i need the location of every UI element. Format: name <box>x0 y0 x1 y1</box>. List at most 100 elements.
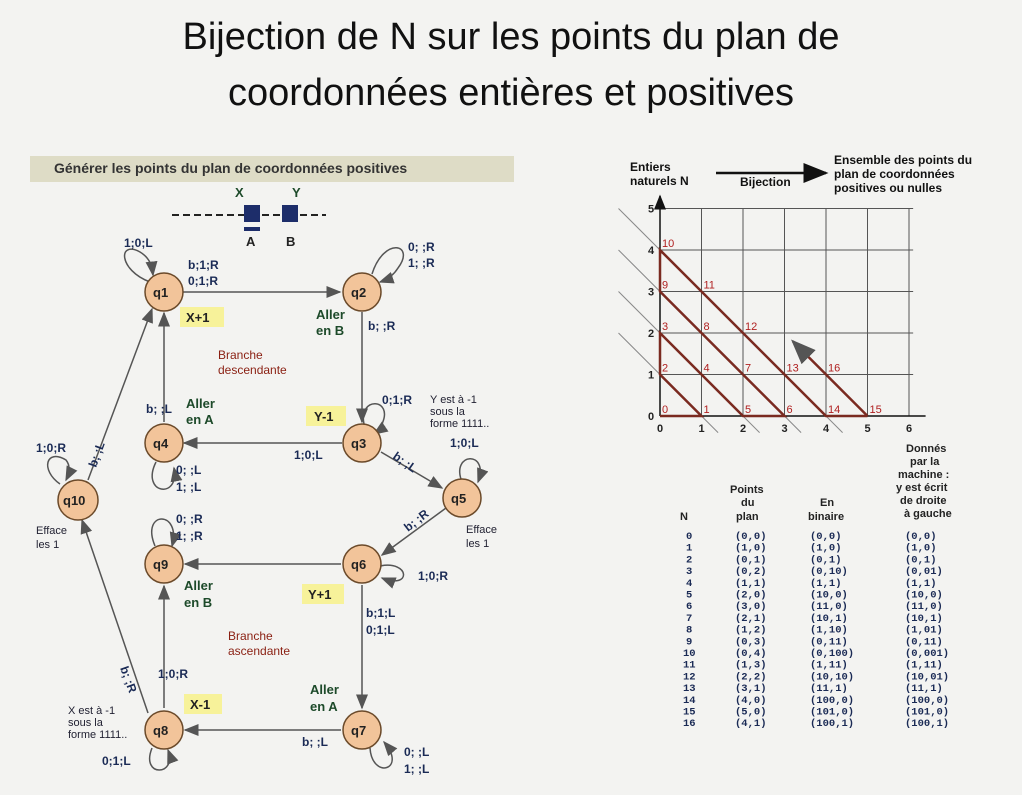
label-x-minus: X-1 <box>190 697 210 712</box>
label-y-minus: Y-1 <box>314 409 334 424</box>
table-cell: (0,01) <box>905 566 943 578</box>
header-right-2: plan de coordonnées <box>834 167 955 181</box>
header-right-3: positives ou nulles <box>834 181 942 195</box>
th-bin-2: binaire <box>808 511 844 523</box>
efface-q10-2: les 1 <box>36 539 59 551</box>
aller-a2-1: Aller <box>310 682 339 697</box>
label-q4-q1: b; ;L <box>146 402 172 416</box>
label-q10-q1: b; ;L <box>86 440 108 469</box>
x-tick: 3 <box>782 423 788 435</box>
efface-q5-1: Efface <box>466 524 497 536</box>
table-cell: (3,1) <box>735 683 767 695</box>
point-label: 14 <box>828 404 840 416</box>
label-q2-loop-a: 0; ;R <box>408 240 435 254</box>
table-cell: (10,1) <box>810 613 848 625</box>
loop-q9 <box>151 518 182 548</box>
table-cell: (0,100) <box>810 648 854 660</box>
x-note-1: X est à -1 <box>68 705 115 717</box>
point-label: 8 <box>704 321 710 333</box>
point-label: 10 <box>662 238 674 250</box>
tape-x-label: X <box>235 185 244 200</box>
table-cell: (11,1) <box>810 683 848 695</box>
table-cell: (101,0) <box>905 707 949 719</box>
table-cell: 6 <box>686 601 692 613</box>
branche-asc-2: ascendante <box>228 644 290 658</box>
table-cell: 2 <box>686 554 692 566</box>
grid-header: Entiers naturels N Bijection Ensemble de… <box>630 153 972 195</box>
table-cell: (1,0) <box>905 543 937 555</box>
label-q8-q9: 1;0;R <box>158 667 188 681</box>
aller-b-2: en B <box>316 323 344 338</box>
aller-a2-2: en A <box>310 699 338 714</box>
table-cell: (5,0) <box>735 707 767 719</box>
state-q10: q10 <box>57 479 99 521</box>
table-cell: (0,4) <box>735 648 767 660</box>
table-cell: 0 <box>686 531 692 543</box>
y-tick: 0 <box>648 411 654 423</box>
table-cell: 14 <box>683 695 696 707</box>
tape: X Y A B <box>172 185 326 249</box>
table-cell: (100,0) <box>905 695 949 707</box>
table-cell: 15 <box>683 707 696 719</box>
table-body: 0 (0,0) (0,0) (0,0)1 (1,0) (1,0) (1,0)2 (0,1) (0… <box>683 531 949 730</box>
table-cell: 4 <box>686 578 692 590</box>
svg-text:q5: q5 <box>451 491 466 506</box>
point-label: 15 <box>870 404 882 416</box>
th-mach-3: machine : <box>898 469 949 481</box>
branche-asc-1: Branche <box>228 629 273 643</box>
label-x-plus: X+1 <box>186 310 210 325</box>
point-label: 5 <box>745 404 751 416</box>
tape-cell-a <box>244 205 260 222</box>
x-tick: 6 <box>906 423 912 435</box>
table-cell: (1,11) <box>810 660 848 672</box>
point-label: 4 <box>704 363 710 375</box>
point-label: 11 <box>704 280 715 292</box>
label-q7-loop-a: 0; ;L <box>404 745 429 759</box>
point-label: 12 <box>745 321 757 333</box>
label-q7-q8: b; ;L <box>302 735 328 749</box>
th-mach-5: de droite <box>900 495 946 507</box>
th-points-2: du <box>741 497 754 509</box>
table-cell: (0,0) <box>735 531 767 543</box>
grid-plot: 0 1 2 3 4 5 60123450 12345 67891011121314 1516 <box>618 194 926 435</box>
state-q1: q1 <box>144 272 184 312</box>
point-label: 9 <box>662 280 668 292</box>
table-cell: (1,01) <box>905 625 943 637</box>
svg-text:q9: q9 <box>153 557 168 572</box>
table-cell: 3 <box>686 566 692 578</box>
point-label: 0 <box>662 404 668 416</box>
table-cell: (4,1) <box>735 718 767 730</box>
table-cell: (1,3) <box>735 660 767 672</box>
table-cell: (0,1) <box>905 554 937 566</box>
loop-q1 <box>124 248 158 283</box>
table-cell: 1 <box>686 543 692 555</box>
state-q3: q3 <box>342 423 382 463</box>
label-y-plus: Y+1 <box>308 587 332 602</box>
table-cell: (0,1) <box>810 554 842 566</box>
tape-a-label: A <box>246 234 256 249</box>
point-label: 16 <box>828 363 840 375</box>
y-note-1: Y est à -1 <box>430 394 477 406</box>
point-label: 6 <box>787 404 793 416</box>
table-cell: (10,1) <box>905 613 943 625</box>
table-cell: (1,11) <box>905 660 943 672</box>
table-cell: (10,10) <box>810 671 854 683</box>
aller-a-2: en A <box>186 412 214 427</box>
label-q8-q10: b; ;R <box>117 664 140 695</box>
label-q8-loop: 0;1;L <box>102 754 131 768</box>
table-cell: (1,1) <box>810 578 842 590</box>
label-q2-loop-b: 1; ;R <box>408 256 435 270</box>
table-cell: (1,1) <box>905 578 937 590</box>
table-cell: (1,0) <box>735 543 767 555</box>
aller-b2-1: Aller <box>184 578 213 593</box>
table-cell: (101,0) <box>810 707 854 719</box>
label-q4-loop-a: 0; ;L <box>176 463 201 477</box>
diagram-canvas: X Y A B q1 q2 q3 q4 q5 q6 q7 q8 q9 q10 1… <box>36 153 972 776</box>
header-mid: Bijection <box>740 175 791 189</box>
table-cell: 5 <box>686 590 692 602</box>
th-mach-6: à gauche <box>904 508 952 520</box>
table-cell: (0,11) <box>810 636 848 648</box>
label-q6-loop: 1;0;R <box>418 569 448 583</box>
table-cell: (1,2) <box>735 625 767 637</box>
state-q7: q7 <box>342 710 382 750</box>
